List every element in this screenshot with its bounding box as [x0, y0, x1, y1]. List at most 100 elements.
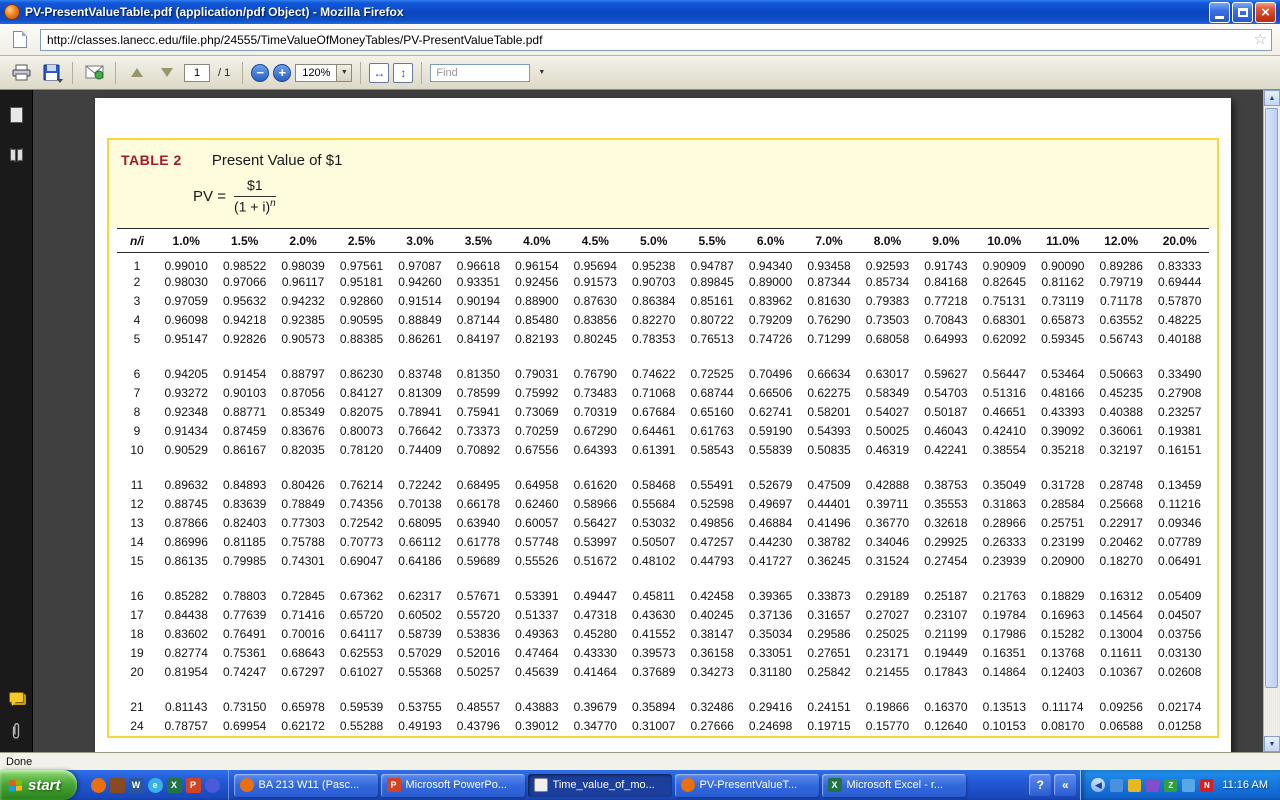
save-dropdown-arrow[interactable]	[57, 79, 63, 83]
cell-value: 0.37136	[741, 606, 799, 625]
powerpoint-quicklaunch-icon[interactable]: P	[186, 778, 201, 793]
pdf-canvas[interactable]: TABLE 2 Present Value of $1 PV = $1 (1 +…	[33, 90, 1263, 752]
firefox-quicklaunch-icon[interactable]	[91, 778, 106, 793]
antivirus-icon[interactable]: Z	[1164, 779, 1177, 792]
fit-page-button[interactable]: ↕	[393, 63, 413, 83]
cell-value: 0.68301	[975, 311, 1033, 330]
cell-value: 0.81350	[449, 365, 507, 384]
cell-value: 0.42410	[975, 422, 1033, 441]
cell-value: 0.01258	[1150, 717, 1209, 736]
cell-value: 0.78599	[449, 384, 507, 403]
word-quicklaunch-icon[interactable]: W	[129, 778, 144, 793]
comments-panel-icon[interactable]	[5, 686, 27, 708]
cell-value: 0.68495	[449, 476, 507, 495]
cell-value: 0.47318	[566, 606, 624, 625]
cell-value: 0.92593	[858, 252, 916, 273]
find-input[interactable]	[430, 64, 530, 82]
excel-quicklaunch-icon[interactable]: X	[167, 778, 182, 793]
next-page-button[interactable]	[154, 60, 180, 86]
hidden-icons-chevron[interactable]: ◀	[1091, 778, 1105, 792]
url-field[interactable]: ☆	[40, 29, 1272, 51]
zoom-dropdown-arrow[interactable]: ▼	[336, 65, 351, 81]
cell-value: 0.57671	[449, 587, 507, 606]
cell-value: 0.07789	[1150, 533, 1209, 552]
cell-value: 0.68643	[274, 644, 332, 663]
cell-value: 0.02608	[1150, 663, 1209, 682]
taskbar-button-powerpoint[interactable]: PMicrosoft PowerPo...	[381, 774, 525, 797]
table-row-n-12: 120.887450.836390.788490.743560.701380.6…	[117, 495, 1209, 514]
cell-value: 0.69444	[1150, 273, 1209, 292]
page-icon-button[interactable]	[8, 28, 32, 52]
find-dropdown-arrow[interactable]: ▼	[534, 64, 549, 82]
cell-value: 0.71068	[625, 384, 683, 403]
attachments-panel-icon[interactable]	[5, 720, 27, 742]
cell-value: 0.43330	[566, 644, 624, 663]
cell-value: 0.74622	[625, 365, 683, 384]
cell-value: 0.51337	[508, 606, 566, 625]
zoom-in-button[interactable]: +	[273, 64, 291, 82]
ie-quicklaunch-icon[interactable]: e	[148, 778, 163, 793]
column-header-10.0%: 10.0%	[975, 228, 1033, 252]
taskbar-button-firefox[interactable]: PV-PresentValueT...	[675, 774, 819, 797]
cell-value: 0.70843	[917, 311, 975, 330]
cell-value: 0.47464	[508, 644, 566, 663]
taskbar-button-excel[interactable]: XMicrosoft Excel - r...	[822, 774, 966, 797]
media-player-quicklaunch-icon[interactable]	[205, 778, 220, 793]
cell-value: 0.84127	[332, 384, 390, 403]
taskbar-button-document[interactable]: Time_value_of_mo...	[528, 774, 672, 797]
cell-value: 0.06588	[1092, 717, 1150, 736]
bookmark-star-icon[interactable]: ☆	[1254, 32, 1267, 47]
cell-value: 0.87056	[274, 384, 332, 403]
cell-value: 0.81954	[157, 663, 215, 682]
minimize-button[interactable]	[1209, 2, 1230, 23]
cell-value: 0.28966	[975, 514, 1033, 533]
email-button[interactable]	[81, 60, 107, 86]
scrollbar-track[interactable]	[1264, 106, 1280, 736]
help-button[interactable]: ?	[1029, 774, 1051, 796]
mail-quicklaunch-icon[interactable]	[110, 778, 125, 793]
cell-value: 0.35034	[741, 625, 799, 644]
cell-value: 0.89000	[741, 273, 799, 292]
start-button[interactable]: start	[0, 770, 77, 800]
cell-value: 0.63940	[449, 514, 507, 533]
toolbar-overflow-button[interactable]: «	[1054, 774, 1076, 796]
cell-value: 0.45811	[625, 587, 683, 606]
maximize-button[interactable]	[1232, 2, 1253, 23]
cell-period: 12	[117, 495, 157, 514]
cell-value: 0.25187	[917, 587, 975, 606]
cell-value: 0.23171	[858, 644, 916, 663]
up-arrow-icon	[131, 68, 143, 77]
zoom-out-button[interactable]: −	[251, 64, 269, 82]
messenger-icon[interactable]	[1146, 779, 1159, 792]
cell-value: 0.73150	[215, 698, 273, 717]
page-number-input[interactable]	[184, 64, 210, 82]
cell-value: 0.48102	[625, 552, 683, 571]
url-input[interactable]	[47, 33, 1254, 47]
cell-value: 0.47257	[683, 533, 741, 552]
zoom-level-select[interactable]: 120% ▼	[295, 64, 352, 82]
norton-icon[interactable]: N	[1200, 779, 1213, 792]
taskbar-button-firefox[interactable]: BA 213 W11 (Pasc...	[234, 774, 378, 797]
table-row-n-7: 70.932720.901030.870560.841270.813090.78…	[117, 384, 1209, 403]
cell-value: 0.87630	[566, 292, 624, 311]
previous-page-button[interactable]	[124, 60, 150, 86]
volume-icon[interactable]	[1110, 779, 1123, 792]
table-row-n-11: 110.896320.848930.804260.762140.722420.6…	[117, 476, 1209, 495]
security-shield-icon[interactable]	[1128, 779, 1141, 792]
column-header-3.5%: 3.5%	[449, 228, 507, 252]
cell-value: 0.16963	[1034, 606, 1092, 625]
print-button[interactable]	[8, 60, 34, 86]
vertical-scrollbar[interactable]: ▲ ▼	[1263, 90, 1280, 752]
cell-value: 0.95181	[332, 273, 390, 292]
scroll-up-button[interactable]: ▲	[1264, 90, 1280, 106]
bookmarks-panel-icon[interactable]	[5, 144, 27, 166]
cell-value: 0.78353	[625, 330, 683, 349]
scrollbar-thumb[interactable]	[1265, 108, 1278, 688]
close-button[interactable]: ×	[1255, 2, 1276, 23]
save-button[interactable]	[38, 60, 64, 86]
scroll-down-button[interactable]: ▼	[1264, 736, 1280, 752]
network-icon[interactable]	[1182, 779, 1195, 792]
pages-panel-icon[interactable]	[5, 104, 27, 126]
cell-value: 0.53755	[391, 698, 449, 717]
fit-width-button[interactable]: ↔	[369, 63, 389, 83]
